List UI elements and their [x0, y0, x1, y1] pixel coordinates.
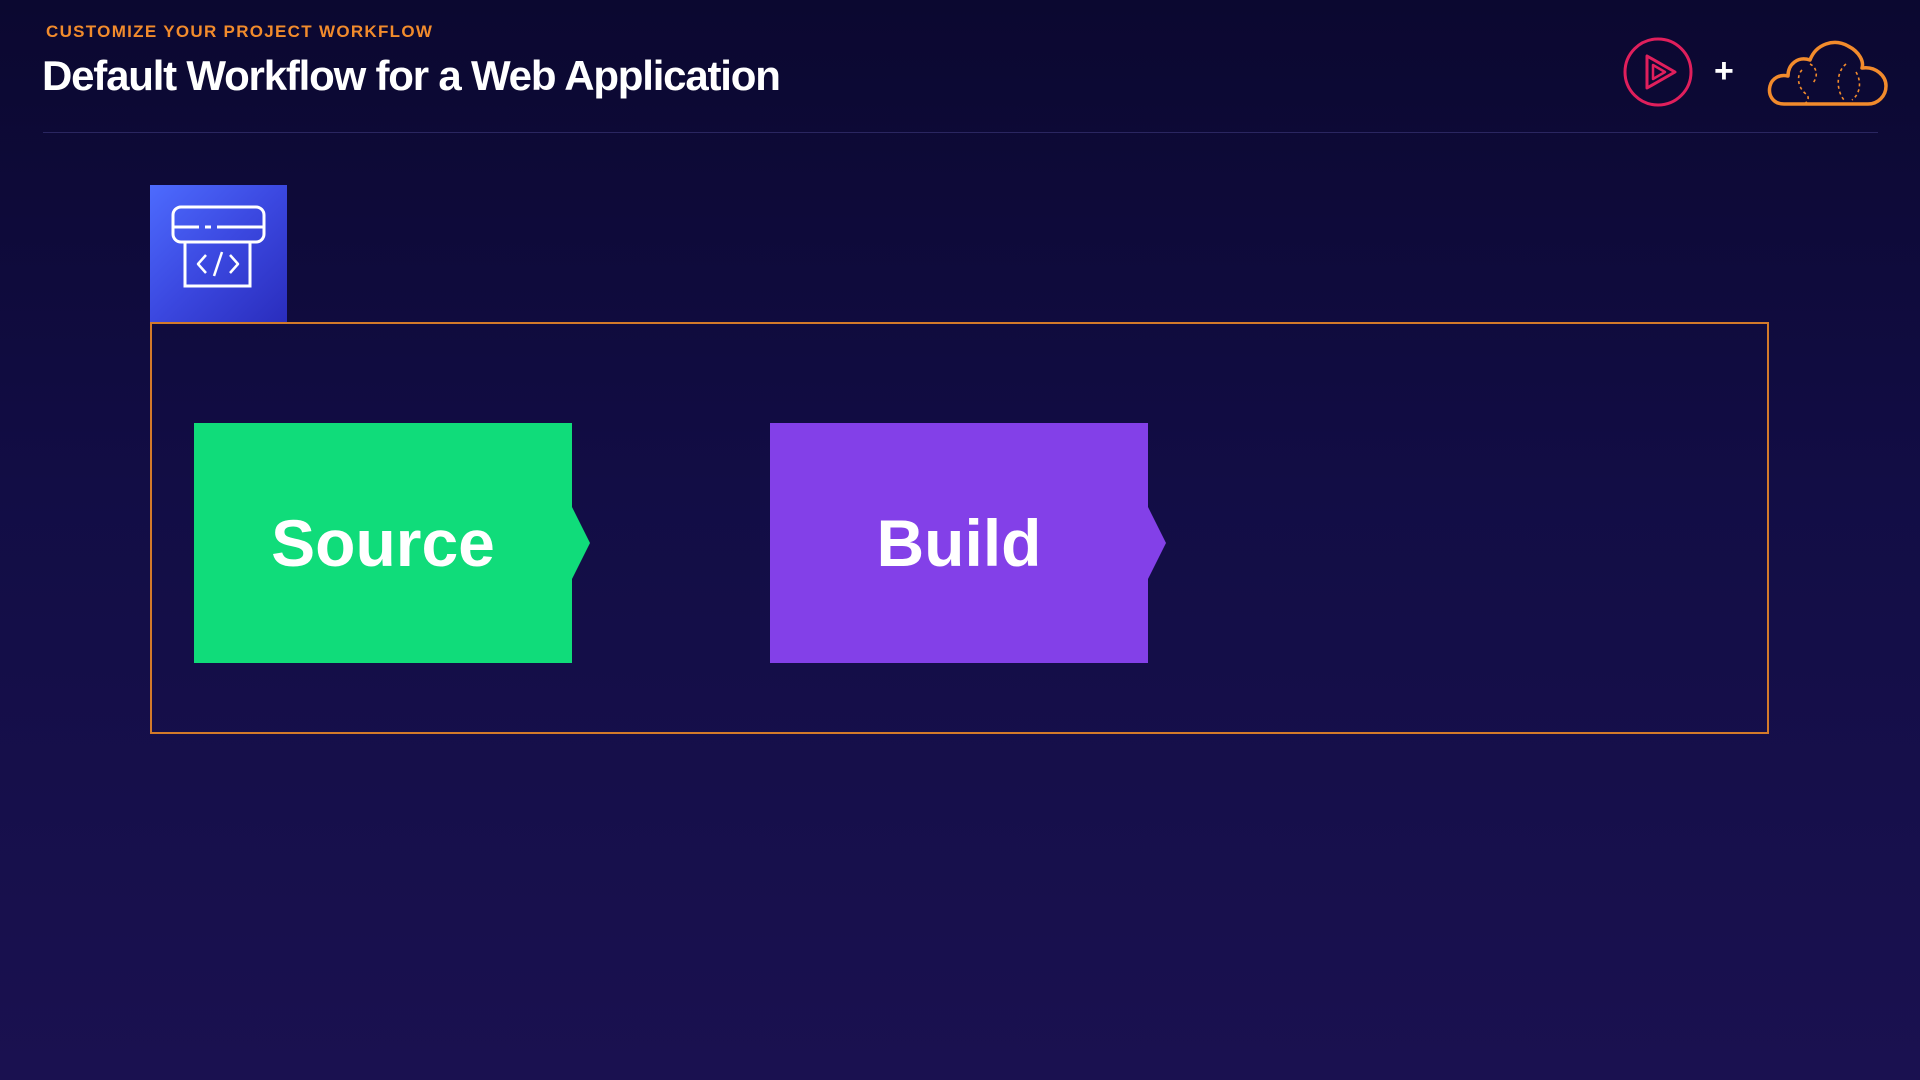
stage-build-label: Build [876, 506, 1042, 580]
stage-source: Source [194, 423, 591, 663]
stage-source-label: Source [271, 506, 495, 580]
page-title: Default Workflow for a Web Application [42, 52, 781, 99]
header-divider [43, 132, 1878, 133]
section-eyebrow: CUSTOMIZE YOUR PROJECT WORKFLOW [46, 22, 434, 41]
stage-build: Build [770, 423, 1167, 663]
plus-sign: + [1714, 52, 1734, 90]
brand-logos: + [1622, 36, 1892, 112]
play-logo-icon [1623, 37, 1693, 107]
codepipeline-icon [150, 185, 287, 322]
cloud-logo-icon [1767, 40, 1888, 106]
